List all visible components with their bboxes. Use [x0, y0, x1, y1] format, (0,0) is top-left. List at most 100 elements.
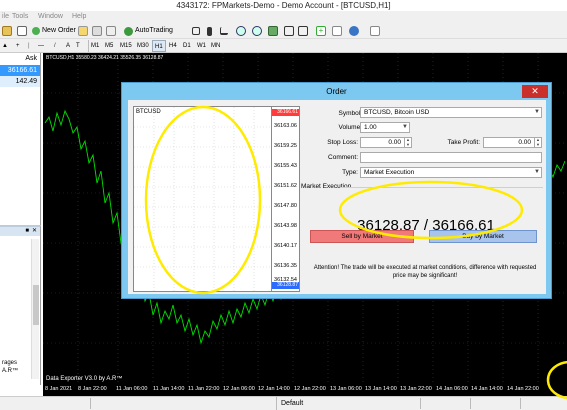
time-label: 11 Jan 06:00 — [116, 386, 148, 392]
pin-icon[interactable]: ■ — [25, 227, 29, 236]
tf-d1[interactable]: D1 — [181, 40, 193, 52]
auto-trading-button[interactable]: AutoTrading — [122, 24, 175, 38]
stop-loss-input[interactable]: 0.00 ▲ ▼ — [360, 137, 412, 148]
crosshair-icon[interactable]: + — [14, 40, 22, 52]
zoom-out-icon[interactable] — [250, 24, 264, 38]
comment-input[interactable] — [360, 152, 542, 163]
zoom-in-icon[interactable] — [234, 24, 248, 38]
autoscroll-icon[interactable] — [296, 24, 310, 38]
time-axis: 8 Jan 2021 8 Jan 22:00 11 Jan 06:00 11 J… — [43, 385, 567, 396]
tf-m30[interactable]: M30 — [135, 40, 151, 52]
bid-price-tag: 36166.61 — [272, 109, 299, 116]
take-profit-label: Take Profit: — [447, 139, 480, 146]
ask-column-header[interactable]: Ask — [0, 53, 40, 65]
menu-help[interactable]: Help — [72, 11, 86, 23]
tick-chart: BTCUSD 36166.61 36163.06 36159.25 36155.… — [133, 106, 300, 292]
price-label: 36155.43 — [274, 163, 297, 169]
order-type-select[interactable]: Market Execution ▼ — [360, 167, 542, 178]
menu-bar: ile Tools Window Help — [0, 11, 567, 23]
charts-icon[interactable] — [15, 24, 29, 38]
menu-file[interactable]: ile — [2, 11, 9, 23]
navigator-header: ■ ✕ — [0, 227, 40, 236]
scroll-thumb[interactable] — [33, 285, 39, 325]
window-title: 4343172: FPMarkets-Demo - Demo Account -… — [0, 0, 567, 11]
periods-icon[interactable] — [330, 24, 344, 38]
time-label: 12 Jan 22:00 — [294, 386, 326, 392]
profiles-icon[interactable] — [0, 24, 14, 38]
price-label: 36159.25 — [274, 143, 297, 149]
tf-w1[interactable]: W1 — [195, 40, 208, 52]
close-icon[interactable]: ✕ — [32, 227, 37, 236]
vertical-line-icon[interactable]: | — [26, 40, 32, 52]
navigator-scrollbar[interactable] — [31, 239, 39, 379]
take-profit-value: 0.00 — [518, 139, 531, 146]
market-watch-row[interactable]: 142.49 — [0, 76, 40, 87]
tile-icon[interactable] — [266, 24, 280, 38]
volume-combo[interactable]: 1.00 ▼ — [360, 122, 410, 133]
order-dialog: Order ✕ BTCUSD 36166.61 36163.06 36159.2… — [121, 82, 552, 299]
chart-title: BTCUSD,H1 35580.23 36424.21 35526.35 361… — [46, 55, 164, 61]
horizontal-line-icon[interactable]: — — [36, 40, 46, 52]
take-profit-input[interactable]: 0.00 ▲ ▼ — [483, 137, 542, 148]
sell-by-market-button[interactable]: Sell by Market — [310, 230, 414, 243]
tf-m15[interactable]: M15 — [118, 40, 134, 52]
tick-chart-price-axis: 36166.61 36163.06 36159.25 36155.43 3615… — [271, 107, 299, 291]
menu-tools[interactable]: Tools — [12, 11, 28, 23]
timeframes-toolbar: ▲ + | — / A T M1 M5 M15 M30 H1 H4 D1 W1 … — [0, 39, 567, 53]
symbol-select[interactable]: BTCUSD, Bitcoin USD ▼ — [360, 107, 542, 118]
trendline-icon[interactable]: / — [52, 40, 58, 52]
time-label: 11 Jan 14:00 — [153, 386, 185, 392]
price-label: 36151.62 — [274, 183, 297, 189]
new-order-button[interactable]: New Order — [30, 24, 78, 38]
text-tool-icon[interactable]: A — [64, 40, 72, 52]
tf-h4[interactable]: H4 — [167, 40, 179, 52]
chevron-down-icon: ▼ — [534, 169, 540, 175]
market-watch-row[interactable]: 36166.61 — [0, 65, 40, 76]
price-label: 36163.06 — [274, 123, 297, 129]
tick-chart-symbol: BTCUSD — [136, 109, 161, 115]
indicators-icon[interactable]: + — [314, 24, 328, 38]
terminal-icon[interactable] — [90, 24, 104, 38]
market-watch-panel: Ask 36166.61 142.49 — [0, 53, 41, 225]
buy-by-market-button[interactable]: Buy by Market — [429, 230, 537, 243]
navigator-item[interactable]: A.R™ — [2, 368, 18, 374]
stepper-icon[interactable]: ▲ ▼ — [404, 137, 411, 147]
line-chart-icon[interactable] — [218, 24, 230, 38]
price-label: 36140.17 — [274, 243, 297, 249]
time-label: 14 Jan 14:00 — [471, 386, 503, 392]
tf-mn[interactable]: MN — [209, 40, 222, 52]
status-divider — [90, 398, 91, 409]
menu-window[interactable]: Window — [38, 11, 63, 23]
status-divider — [420, 398, 421, 409]
tf-m1[interactable]: M1 — [88, 40, 101, 52]
status-profile: Default — [276, 397, 336, 410]
candlestick-icon[interactable] — [205, 24, 214, 38]
tf-m5[interactable]: M5 — [103, 40, 115, 52]
status-divider — [520, 398, 521, 409]
order-body: BTCUSD 36166.61 36163.06 36159.25 36155.… — [128, 100, 546, 294]
time-label: 12 Jan 14:00 — [258, 386, 290, 392]
templates-icon[interactable] — [368, 24, 382, 38]
status-divider — [470, 398, 471, 409]
chevron-down-icon: ▼ — [534, 109, 540, 115]
symbol-label: Symbol: — [338, 110, 362, 117]
close-button[interactable]: ✕ — [522, 85, 548, 98]
bar-chart-icon[interactable] — [190, 24, 202, 38]
stop-loss-label: Stop Loss: — [327, 139, 358, 146]
options-icon[interactable] — [104, 24, 118, 38]
price-label: 36143.98 — [274, 223, 297, 229]
time-label: 8 Jan 2021 — [45, 386, 73, 392]
order-titlebar[interactable]: Order ✕ — [122, 83, 551, 100]
time-label: 13 Jan 06:00 — [330, 386, 362, 392]
clock-icon[interactable] — [347, 24, 361, 38]
stepper-icon[interactable]: ▲ ▼ — [534, 137, 541, 147]
comment-label: Comment: — [328, 154, 358, 161]
metaeditor-icon[interactable] — [76, 24, 90, 38]
navigator-item[interactable]: rages — [2, 360, 17, 366]
shift-icon[interactable] — [282, 24, 296, 38]
label-tool-icon[interactable]: T — [74, 40, 82, 52]
time-label: 14 Jan 06:00 — [436, 386, 468, 392]
volume-label: Volume: — [338, 124, 363, 131]
cursor-icon[interactable]: ▲ — [0, 40, 10, 52]
tf-h1[interactable]: H1 — [152, 40, 166, 52]
